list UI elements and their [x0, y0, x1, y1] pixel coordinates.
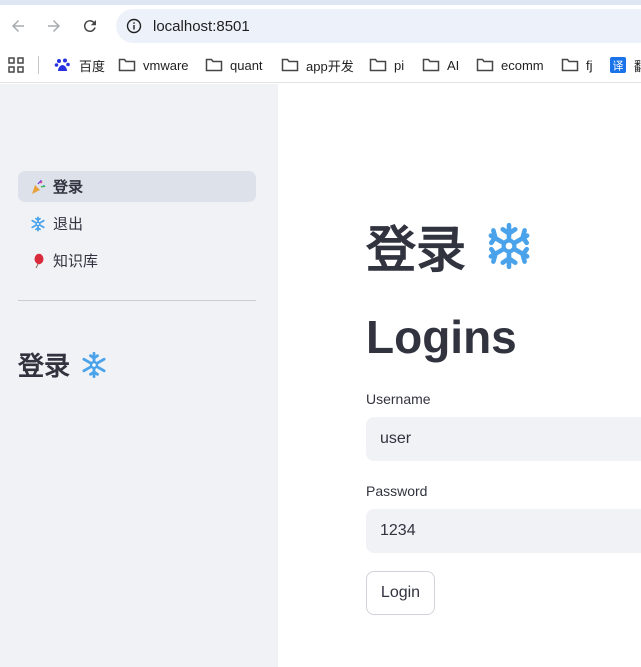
bookmark-baidu[interactable]: 百度	[54, 55, 105, 75]
bookmark-label: vmware	[143, 57, 189, 73]
address-bar[interactable]: localhost:8501	[116, 9, 641, 43]
username-label: Username	[366, 391, 431, 407]
bookmarks-separator	[38, 56, 39, 74]
folder-icon	[561, 57, 579, 73]
bookmark-label: app开发	[306, 58, 354, 74]
url-text: localhost:8501	[153, 18, 250, 35]
folder-icon	[369, 57, 387, 73]
bookmark-label: fj	[586, 57, 593, 73]
page-title: 登录	[366, 210, 534, 282]
password-label: Password	[366, 483, 428, 499]
reload-icon	[83, 20, 96, 33]
sidebar-item-knowledge-base[interactable]: 知识库	[18, 245, 256, 276]
bookmark-label: AI	[447, 57, 460, 73]
balloon-icon	[29, 253, 47, 269]
sidebar-item-login[interactable]: 登录	[18, 171, 256, 202]
bookmark-label: pi	[394, 57, 405, 73]
snowflake-icon	[29, 215, 47, 232]
folder-icon	[281, 57, 299, 73]
sidebar-item-logout[interactable]: 退出	[18, 208, 256, 239]
folder-icon	[422, 57, 440, 73]
party-popper-icon	[29, 179, 47, 195]
bookmark-label: 百度	[79, 58, 106, 74]
info-icon	[126, 18, 142, 34]
bookmark-pi[interactable]: pi	[369, 55, 404, 75]
arrow-left-icon	[12, 20, 24, 32]
translate-icon: 译	[609, 57, 627, 73]
sidebar-item-label: 退出	[53, 216, 84, 233]
forward-button[interactable]	[42, 14, 66, 38]
main-content: 登录 Logins Username Password Login	[278, 84, 641, 667]
bookmarks-bar: 百度 vmware quant app开发 pi AI ecomm fj 译 翻	[0, 47, 641, 83]
password-input[interactable]	[366, 509, 641, 553]
bookmark-ai[interactable]: AI	[422, 55, 459, 75]
bookmark-vmware[interactable]: vmware	[118, 55, 189, 75]
browser-toolbar: localhost:8501	[0, 5, 641, 47]
bookmark-fj[interactable]: fj	[561, 55, 593, 75]
bookmark-app-dev[interactable]: app开发	[281, 55, 354, 75]
sidebar-divider	[18, 300, 256, 301]
sidebar: 登录 退出 知识库 登录	[0, 84, 278, 667]
bookmark-translate[interactable]: 译 翻	[609, 55, 641, 75]
sidebar-item-label: 知识库	[53, 253, 99, 270]
back-button[interactable]	[6, 14, 30, 38]
snowflake-icon	[80, 351, 108, 379]
apps-grid-icon[interactable]	[8, 57, 24, 73]
login-button[interactable]: Login	[366, 571, 435, 615]
folder-icon	[205, 57, 223, 73]
arrow-right-icon	[48, 20, 60, 32]
bookmark-ecomm[interactable]: ecomm	[476, 55, 544, 75]
bookmark-quant[interactable]: quant	[205, 55, 263, 75]
snowflake-icon	[484, 221, 534, 271]
bookmark-label: 翻	[634, 58, 641, 74]
bookmark-label: ecomm	[501, 57, 544, 73]
folder-icon	[118, 57, 136, 73]
page-title-text: 登录	[366, 222, 466, 278]
reload-button[interactable]	[78, 14, 102, 38]
sidebar-item-label: 登录	[53, 179, 84, 196]
username-input[interactable]	[366, 417, 641, 461]
page-subtitle: Logins	[366, 311, 517, 363]
baidu-icon	[54, 57, 72, 73]
bookmark-label: quant	[230, 57, 263, 73]
sidebar-title: 登录	[18, 346, 108, 383]
sidebar-title-text: 登录	[18, 351, 71, 381]
svg-text:译: 译	[613, 60, 624, 73]
folder-icon	[476, 57, 494, 73]
